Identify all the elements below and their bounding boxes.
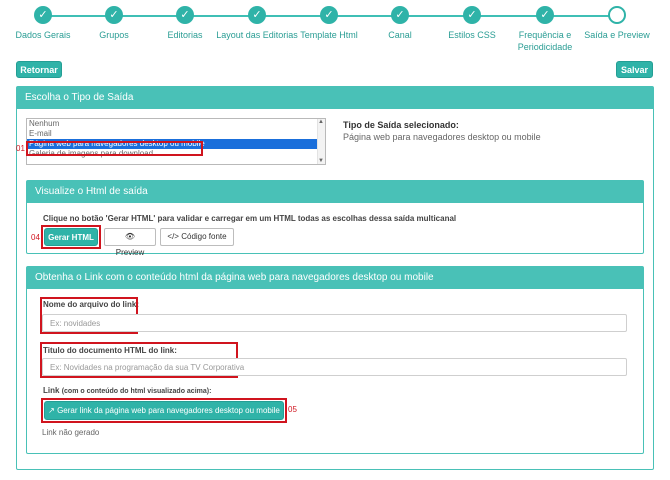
check-icon: ✓ [536,6,554,24]
panel-title: Escolha o Tipo de Saída [25,92,134,103]
listbox-option[interactable]: E-mail [27,129,325,139]
panel-title: Visualize o Html de saída [35,186,148,197]
selected-type-title: Tipo de Saída selecionado: [343,120,459,130]
preview-label: Preview [115,248,145,257]
link-status: Link não gerado [42,428,100,437]
check-icon: ✓ [34,6,52,24]
save-button[interactable]: Salvar [616,61,653,78]
back-button[interactable]: Retornar [16,61,62,78]
link-note: (com o conteúdo do html visualizado acim… [61,388,212,395]
panel-header: Obtenha o Link com o conteúdo html da pá… [27,267,643,289]
check-icon: ✓ [463,6,481,24]
link-label: Link (com o conteúdo do html visualizado… [43,386,211,395]
panel-title: Obtenha o Link com o conteúdo html da pá… [35,272,434,283]
panel-header: Escolha o Tipo de Saída [17,87,653,109]
eye-icon: 👁 [124,232,136,241]
check-icon: ✓ [320,6,338,24]
source-code-button[interactable]: </> Código fonte [160,228,234,246]
annotation-04: 04 [31,233,40,242]
source-label: Código fonte [181,232,227,241]
highlight-box-05 [41,398,287,423]
scroll-up-icon[interactable]: ▲ [318,119,324,125]
highlight-box-01 [26,141,203,156]
annotation-05: 05 [288,405,297,414]
code-icon: </> [167,232,179,241]
annotation-01: 01 [16,144,25,153]
scroll-down-icon[interactable]: ▼ [318,158,324,164]
listbox-option[interactable]: Nenhum [27,119,325,129]
wizard-step-label: Saída e Preview [584,30,650,40]
doc-title-input[interactable]: Ex: Novidades na programação da sua TV C… [42,358,627,376]
current-step-dot [608,6,626,24]
wizard-stepper: ✓ Dados Gerais ✓ Grupos ✓ Editorias ✓ Layout da… [0,0,670,58]
check-icon: ✓ [248,6,266,24]
check-icon: ✓ [176,6,194,24]
listbox-scrollbar[interactable]: ▲ ▼ [317,119,325,164]
filename-input[interactable]: Ex: novidades [42,314,627,332]
selected-type-value: Página web para navegadores desktop ou m… [343,132,541,142]
wizard-step[interactable]: Saída e Preview [572,6,662,41]
link-label-text: Link [43,386,60,395]
panel-header: Visualize o Html de saída [27,181,643,203]
check-icon: ✓ [105,6,123,24]
preview-button[interactable]: 👁 Preview [104,228,156,257]
check-icon: ✓ [391,6,409,24]
html-instruction: Clique no botão 'Gerar HTML' para valida… [43,214,457,223]
highlight-box-04 [41,225,101,249]
